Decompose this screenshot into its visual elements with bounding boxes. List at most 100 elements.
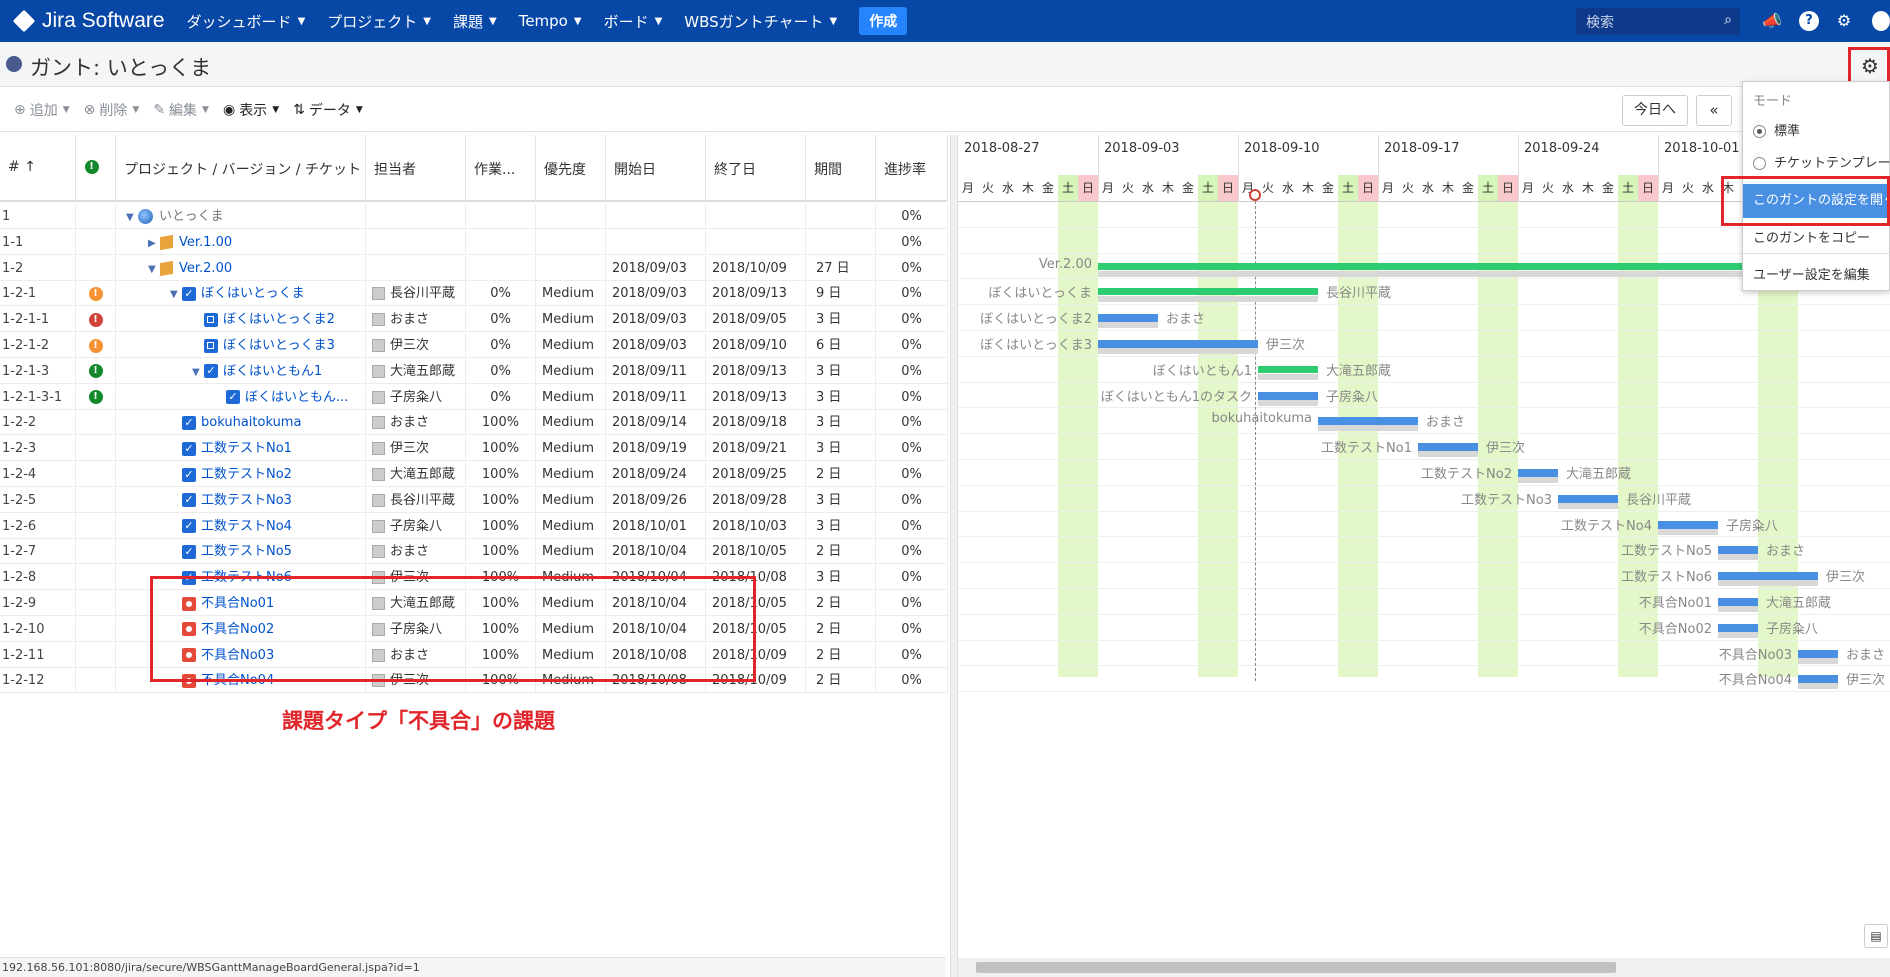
add-button[interactable]: ⊕ 追加 ▼ xyxy=(14,100,70,120)
table-row[interactable]: 1-2-2 ✓ bokuhaitokuma おまさ 100% Medium 201… xyxy=(0,410,948,436)
row-name-cell[interactable]: ぼくはいとっくま2 xyxy=(116,307,366,333)
row-name-cell[interactable]: ✓ 工数テストNo5 xyxy=(116,539,366,565)
row-name-cell[interactable]: ▼ ✓ ぼくはいとっくま xyxy=(116,281,366,307)
gantt-task-bar[interactable] xyxy=(1098,314,1158,323)
gantt-task-bar[interactable] xyxy=(1558,494,1618,503)
nav-tempo[interactable]: Tempo ▼ xyxy=(519,12,582,30)
create-button[interactable]: 作成 xyxy=(859,7,908,35)
col-name-header[interactable]: プロジェクト / バージョン / チケット xyxy=(116,135,366,202)
table-row[interactable]: 1-2-3 ✓ 工数テストNo1 伊三次 100% Medium 2018/09/… xyxy=(0,436,948,462)
row-name[interactable]: 工数テストNo1 xyxy=(201,441,292,456)
col-start-header[interactable]: 開始日 xyxy=(606,135,706,202)
row-name-cell[interactable]: ▼ ✓ ぼくはいともん1 xyxy=(116,358,366,384)
table-row[interactable]: 1-2-1-3 ! ▼ ✓ ぼくはいともん1 大滝五郎蔵 0% Medium 201… xyxy=(0,358,948,384)
view-button[interactable]: ◉ 表示 ▼ xyxy=(223,100,279,120)
table-row[interactable]: 1-2-5 ✓ 工数テストNo3 長谷川平蔵 100% Medium 2018/0… xyxy=(0,487,948,513)
nav-wbs-gantt[interactable]: WBSガントチャート ▼ xyxy=(684,11,837,32)
scroll-back-button[interactable]: « xyxy=(1696,95,1732,126)
row-name[interactable]: ぼくはいともん1 xyxy=(223,364,322,379)
col-duration-header[interactable]: 期間 xyxy=(806,135,876,202)
table-row[interactable]: 1-2-4 ✓ 工数テストNo2 大滝五郎蔵 100% Medium 2018/0… xyxy=(0,462,948,487)
gantt-task-bar[interactable] xyxy=(1658,520,1718,529)
megaphone-icon[interactable]: 📣 xyxy=(1762,11,1782,31)
gantt-horizontal-scrollbar[interactable] xyxy=(958,958,1890,977)
tree-toggle-icon[interactable]: ▼ xyxy=(192,360,204,384)
nav-boards[interactable]: ボード ▼ xyxy=(604,11,663,32)
row-name-cell[interactable]: ✓ 工数テストNo1 xyxy=(116,436,366,462)
row-name[interactable]: ぼくはいとっくま xyxy=(201,286,305,301)
gear-icon[interactable]: ⚙ xyxy=(1834,11,1854,31)
row-name-cell[interactable]: ▼ Ver.2.00 xyxy=(116,255,366,281)
gantt-task-bar[interactable] xyxy=(1718,623,1758,632)
row-name[interactable]: 工数テストNo5 xyxy=(201,544,292,559)
row-name[interactable]: bokuhaitokuma xyxy=(201,415,301,430)
gantt-task-bar[interactable] xyxy=(1718,572,1818,581)
tree-toggle-icon[interactable]: ▶ xyxy=(148,231,160,255)
nav-projects[interactable]: プロジェクト ▼ xyxy=(327,11,431,32)
mode-standard-option[interactable]: 標準 xyxy=(1753,120,1800,139)
gantt-summary-bar[interactable] xyxy=(1098,288,1318,296)
col-priority-header[interactable]: 優先度 xyxy=(536,135,606,202)
row-name-cell[interactable]: ✓ 工数テストNo2 xyxy=(116,462,366,487)
mode-template-option[interactable]: チケットテンプレー xyxy=(1753,152,1890,171)
table-row[interactable]: 1-2-1-1 ! ぼくはいとっくま2 おまさ 0% Medium 2018/0… xyxy=(0,307,948,333)
row-name[interactable]: Ver.2.00 xyxy=(179,261,232,276)
table-row[interactable]: 1-2-1 ! ▼ ✓ ぼくはいとっくま 長谷川平蔵 0% Medium 2018/… xyxy=(0,281,948,307)
row-name[interactable]: ぼくはいとっくま3 xyxy=(223,338,335,353)
help-icon[interactable]: ? xyxy=(1799,11,1819,31)
pane-splitter[interactable] xyxy=(950,135,958,977)
gantt-task-bar[interactable] xyxy=(1798,675,1838,684)
avatar[interactable] xyxy=(1872,11,1890,31)
search-input[interactable]: 検索 ⌕ xyxy=(1576,8,1740,35)
row-name[interactable]: ぼくはいとっくま2 xyxy=(223,312,335,327)
col-progress-header[interactable]: 進捗率 xyxy=(876,135,948,202)
col-end-header[interactable]: 終了日 xyxy=(706,135,806,202)
user-settings-item[interactable]: ユーザー設定を編集 xyxy=(1753,264,1870,283)
row-name-cell[interactable]: ✓ 工数テストNo3 xyxy=(116,487,366,513)
col-assignee-header[interactable]: 担当者 xyxy=(366,135,466,202)
gantt-task-bar[interactable] xyxy=(1318,417,1418,426)
gantt-task-bar[interactable] xyxy=(1518,469,1558,477)
row-name[interactable]: 工数テストNo3 xyxy=(201,493,292,508)
nav-dashboard[interactable]: ダッシュボード ▼ xyxy=(187,11,306,32)
gantt-summary-bar[interactable] xyxy=(1258,365,1318,373)
col-work-header[interactable]: 作業... xyxy=(466,135,536,202)
document-icon[interactable]: ▤ xyxy=(1864,924,1888,948)
table-row[interactable]: 1-1 ▶ Ver.1.00 0% xyxy=(0,229,948,255)
delete-button[interactable]: ⊗ 削除 ▼ xyxy=(84,100,140,120)
row-name[interactable]: 工数テストNo4 xyxy=(201,519,292,534)
data-button[interactable]: ⇅ データ ▼ xyxy=(293,100,363,120)
jira-logo[interactable]: Jira Software xyxy=(12,9,165,33)
gantt-task-bar[interactable] xyxy=(1418,443,1478,452)
scroll-thumb[interactable] xyxy=(976,962,1616,973)
col-status-header[interactable]: ! xyxy=(76,135,116,202)
row-name[interactable]: 工数テストNo2 xyxy=(201,467,292,482)
edit-button[interactable]: ✎ 編集 ▼ xyxy=(153,100,209,120)
gantt-task-bar[interactable] xyxy=(1258,391,1318,400)
nav-issues[interactable]: 課題 ▼ xyxy=(453,11,497,32)
copy-gantt-item[interactable]: このガントをコピー xyxy=(1753,227,1870,246)
table-row[interactable]: 1-2 ▼ Ver.2.00 2018/09/03 2018/10/09 27 日… xyxy=(0,255,948,281)
table-row[interactable]: 1 ▼ いとっくま 0% xyxy=(0,204,948,229)
row-name-cell[interactable]: ✓ bokuhaitokuma xyxy=(116,410,366,436)
row-name-cell[interactable]: ✓ ぼくはいともん... xyxy=(116,384,366,410)
table-row[interactable]: 1-2-6 ✓ 工数テストNo4 子房粂八 100% Medium 2018/10… xyxy=(0,513,948,539)
table-row[interactable]: 1-2-7 ✓ 工数テストNo5 おまさ 100% Medium 2018/10/… xyxy=(0,539,948,565)
table-row[interactable]: 1-2-1-2 ! ぼくはいとっくま3 伊三次 0% Medium 2018/0… xyxy=(0,333,948,358)
tree-toggle-icon[interactable]: ▼ xyxy=(126,205,138,229)
today-button[interactable]: 今日へ xyxy=(1622,95,1688,126)
row-name-cell[interactable]: ぼくはいとっくま3 xyxy=(116,333,366,358)
table-row[interactable]: 1-2-1-3-1 ! ✓ ぼくはいともん... 子房粂八 0% Medium 2… xyxy=(0,384,948,410)
tree-toggle-icon[interactable]: ▼ xyxy=(148,257,160,281)
row-name-cell[interactable]: ✓ 工数テストNo4 xyxy=(116,513,366,539)
row-name-cell[interactable]: ▶ Ver.1.00 xyxy=(116,229,366,255)
gantt-task-bar[interactable] xyxy=(1718,546,1758,555)
board-settings-button[interactable]: ⚙ xyxy=(1848,47,1890,85)
row-name-cell[interactable]: ▼ いとっくま xyxy=(116,204,366,229)
tree-toggle-icon[interactable]: ▼ xyxy=(170,282,182,306)
gantt-task-bar[interactable] xyxy=(1798,649,1838,658)
row-name[interactable]: ぼくはいともん... xyxy=(245,390,348,405)
gantt-task-bar[interactable] xyxy=(1098,340,1258,348)
col-id-header[interactable]: # ↑ xyxy=(0,135,76,202)
gantt-task-bar[interactable] xyxy=(1718,598,1758,606)
